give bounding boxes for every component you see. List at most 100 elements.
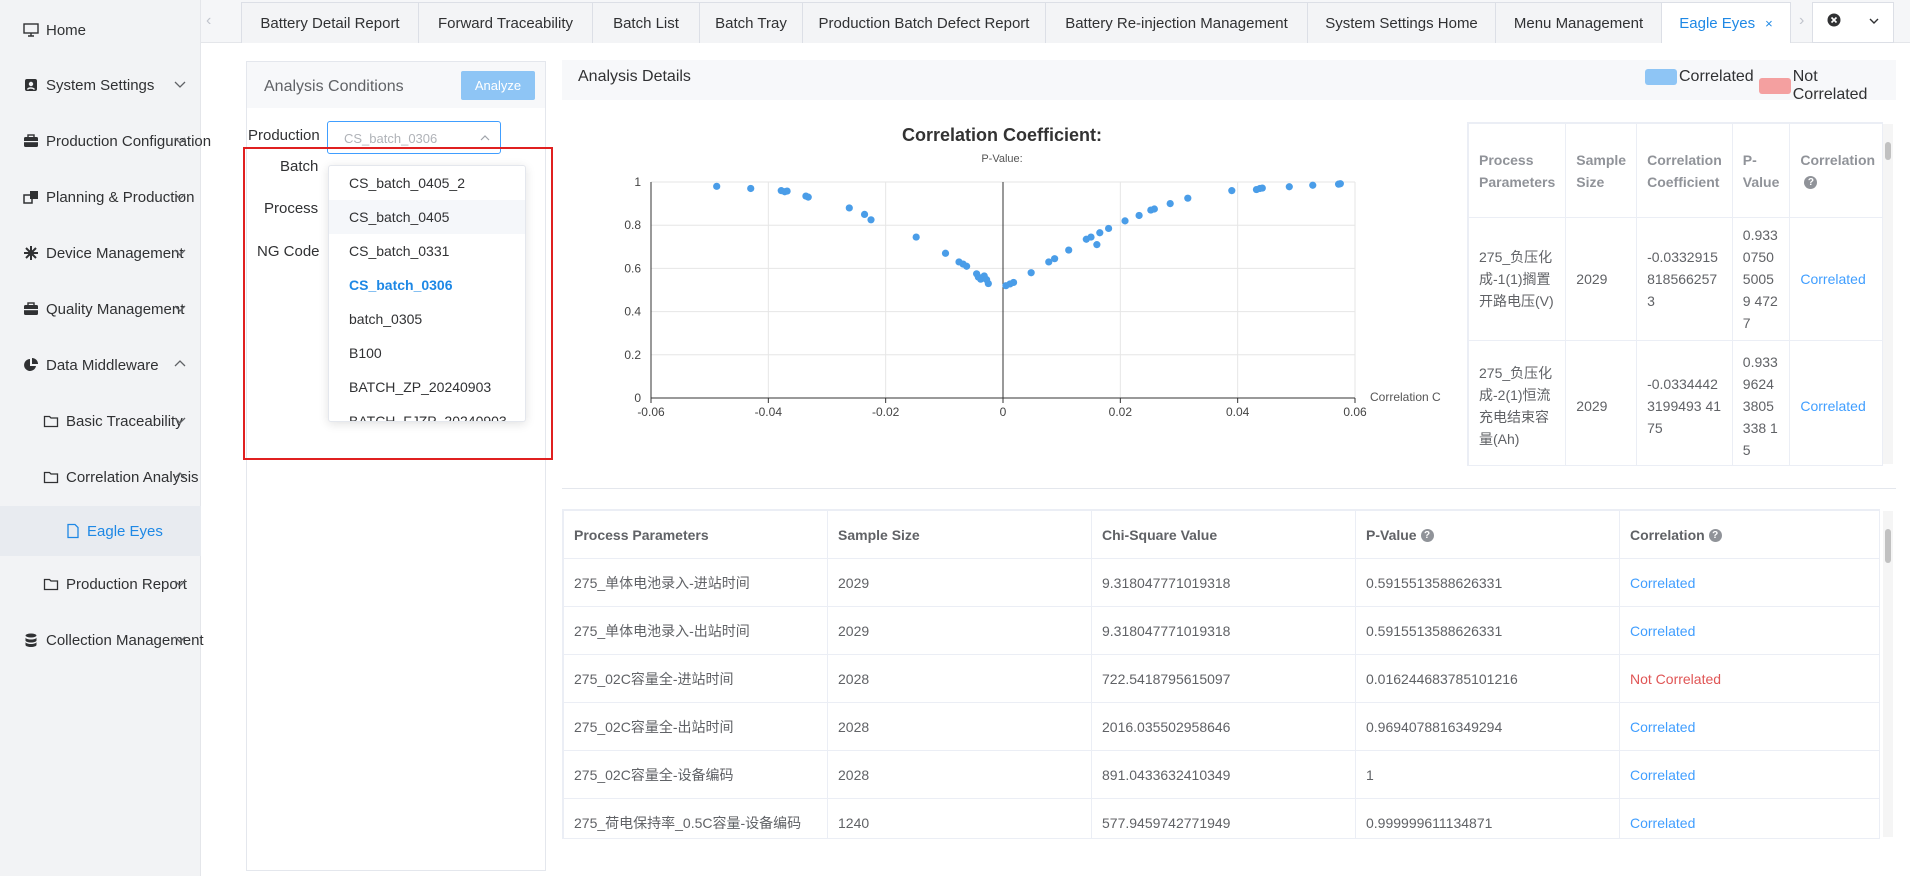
analysis-details-title: Analysis Details — [578, 68, 691, 85]
tab-battery-detail-report[interactable]: Battery Detail Report — [241, 2, 419, 43]
vertical-scrollbar[interactable] — [1883, 124, 1893, 464]
sidebar-item-production-configuration[interactable]: Production Configuration — [0, 117, 211, 165]
sidebar-item-home[interactable]: Home — [0, 6, 201, 54]
data-point — [713, 182, 721, 190]
chevron-down-icon — [174, 137, 186, 144]
tab-forward-traceability[interactable]: Forward Traceability — [418, 2, 593, 43]
data-point — [1166, 200, 1174, 208]
table-cell: 2028 — [827, 750, 1092, 799]
close-icon[interactable]: × — [1765, 16, 1773, 31]
data-point — [1051, 255, 1059, 263]
sidebar-item-data-middleware[interactable]: Data Middleware — [0, 341, 201, 389]
y-tick-label: 0.6 — [624, 261, 641, 275]
data-point — [941, 249, 950, 257]
correlation-chart: Correlation Coefficient: P-Value: 0 0.2 0.… — [562, 112, 1467, 442]
sidebar-item-label: Data Middleware — [46, 356, 159, 374]
column-header: Chi-Square Value — [1091, 510, 1356, 559]
chart-subtitle: P-Value: — [981, 153, 1022, 165]
correlation-status: Correlated — [1619, 702, 1879, 751]
table-row: 275_02C容量全-出站时间 2028 2016.035502958646 0.96… — [563, 702, 1879, 751]
tab-label: Forward Traceability — [437, 14, 574, 32]
data-point — [963, 262, 971, 270]
panel-header: Analysis Conditions Analyze — [247, 62, 545, 108]
table-row: 275_单体电池录入-进站时间 2029 9.318047771019318 0.59… — [563, 558, 1879, 607]
table-cell: 275_02C容量全-进站时间 — [563, 654, 828, 703]
column-header: Sample Size — [827, 510, 1092, 559]
tab-batch-list[interactable]: Batch List — [592, 2, 700, 43]
table-cell: 275_负压化成-1(1)搁置 开路电压(V) — [1468, 217, 1567, 341]
sidebar-item-planning-production[interactable]: Planning & Production — [0, 173, 201, 221]
tab-label: Batch List — [613, 14, 679, 32]
chevron-right-icon[interactable]: › — [1799, 12, 1804, 30]
data-point — [1093, 241, 1101, 249]
column-header: Sample Size — [1565, 123, 1638, 218]
y-tick-label: 0 — [634, 391, 641, 405]
x-tick-label: 0 — [1000, 405, 1007, 419]
y-tick-label: 1 — [634, 175, 641, 189]
sidebar-item-basic-traceability[interactable]: Basic Traceability — [0, 397, 201, 445]
folder-icon — [43, 413, 59, 429]
data-point — [1009, 278, 1018, 287]
chevron-down-icon — [174, 249, 186, 256]
data-point — [1135, 211, 1143, 220]
column-header: Correlation? — [1789, 123, 1882, 218]
sidebar-item-collection-management[interactable]: Collection Management — [0, 616, 204, 664]
table-row: 275_负压化成-2(1)恒流充电结束容量(Ah) 2029 -0.033444… — [1468, 340, 1882, 465]
data-point — [783, 187, 791, 195]
analysis-details-header: Analysis Details Correlated Not Correlat… — [562, 60, 1896, 103]
data-point — [912, 233, 920, 241]
table-cell: 0.933075050059 4727 — [1731, 217, 1791, 341]
sidebar-item-correlation-analysis[interactable]: Correlation Analysis — [0, 453, 201, 501]
table-cell: 0.016244683785101216 — [1355, 654, 1620, 703]
help-icon[interactable]: ? — [1804, 176, 1818, 190]
highlight-box — [243, 147, 553, 460]
help-icon[interactable]: ? — [1708, 529, 1722, 543]
sidebar-item-system-settings[interactable]: System Settings — [0, 61, 201, 109]
data-point — [1087, 233, 1095, 241]
briefcase-icon — [23, 133, 39, 149]
vertical-scrollbar[interactable] — [1883, 511, 1893, 837]
table-row: 275_02C容量全-设备编码 2028 891.0433632410349 1 Cor… — [563, 750, 1879, 799]
layers-icon — [23, 189, 39, 205]
chevron-left-icon[interactable]: ‹ — [206, 12, 211, 30]
data-point — [860, 210, 869, 218]
table-cell: 275_02C容量全-设备编码 — [563, 750, 828, 799]
data-point — [1121, 217, 1129, 225]
tab-production-batch-defect-report[interactable]: Production Batch Defect Report — [802, 2, 1046, 43]
tab-label: Menu Management — [1513, 14, 1644, 32]
analyze-button[interactable]: Analyze — [461, 71, 535, 100]
chevron-down-icon[interactable] — [1868, 14, 1880, 32]
tab-batch-tray[interactable]: Batch Tray — [699, 2, 803, 43]
scrollbar-thumb[interactable] — [1885, 142, 1891, 160]
help-icon[interactable]: ? — [1420, 529, 1434, 543]
tab-system-settings-home[interactable]: System Settings Home — [1307, 2, 1496, 43]
tab-battery-reinjection-management[interactable]: Battery Re-injection Management — [1045, 2, 1308, 43]
tab-menu-management[interactable]: Menu Management — [1495, 2, 1662, 43]
table-cell: 2029 — [1565, 340, 1638, 465]
table-cell: 275_02C容量全-出站时间 — [563, 702, 828, 751]
tab-bar: ‹ Battery Detail Report Forward Traceabi… — [201, 0, 1910, 43]
x-tick-label: -0.06 — [637, 405, 665, 419]
close-all-icon[interactable] — [1827, 13, 1841, 32]
table-cell: -0.03329158185662573 — [1636, 217, 1733, 341]
tab-label: Eagle Eyes — [1679, 14, 1756, 32]
chevron-down-icon — [174, 81, 186, 88]
sidebar-item-eagle-eyes[interactable]: Eagle Eyes — [0, 506, 201, 556]
table-cell: 2029 — [827, 558, 1092, 607]
data-point — [1096, 229, 1104, 237]
table-cell: 2016.035502958646 — [1091, 702, 1356, 751]
sidebar-item-quality-management[interactable]: Quality Management — [0, 285, 201, 333]
tab-eagle-eyes[interactable]: Eagle Eyes × — [1661, 2, 1791, 43]
scrollbar-thumb[interactable] — [1885, 529, 1891, 563]
tab-label: Battery Detail Report — [260, 14, 400, 32]
table-row: 275_荷电保持率_0.5C容量-设备编码 1240 577.94597427719… — [563, 798, 1879, 838]
table-cell: 0.5915513588626331 — [1355, 558, 1620, 607]
data-point — [1285, 183, 1293, 191]
table-row: 275_单体电池录入-出站时间 2029 9.318047771019318 0.59… — [563, 606, 1879, 655]
data-point — [1027, 269, 1035, 277]
sidebar-item-label: Eagle Eyes — [87, 522, 163, 540]
sidebar-item-production-report[interactable]: Production Report — [0, 560, 201, 608]
legend-swatch — [1759, 78, 1791, 94]
sidebar-item-device-management[interactable]: Device Management — [0, 229, 201, 277]
column-header: P-Value? — [1355, 510, 1620, 559]
